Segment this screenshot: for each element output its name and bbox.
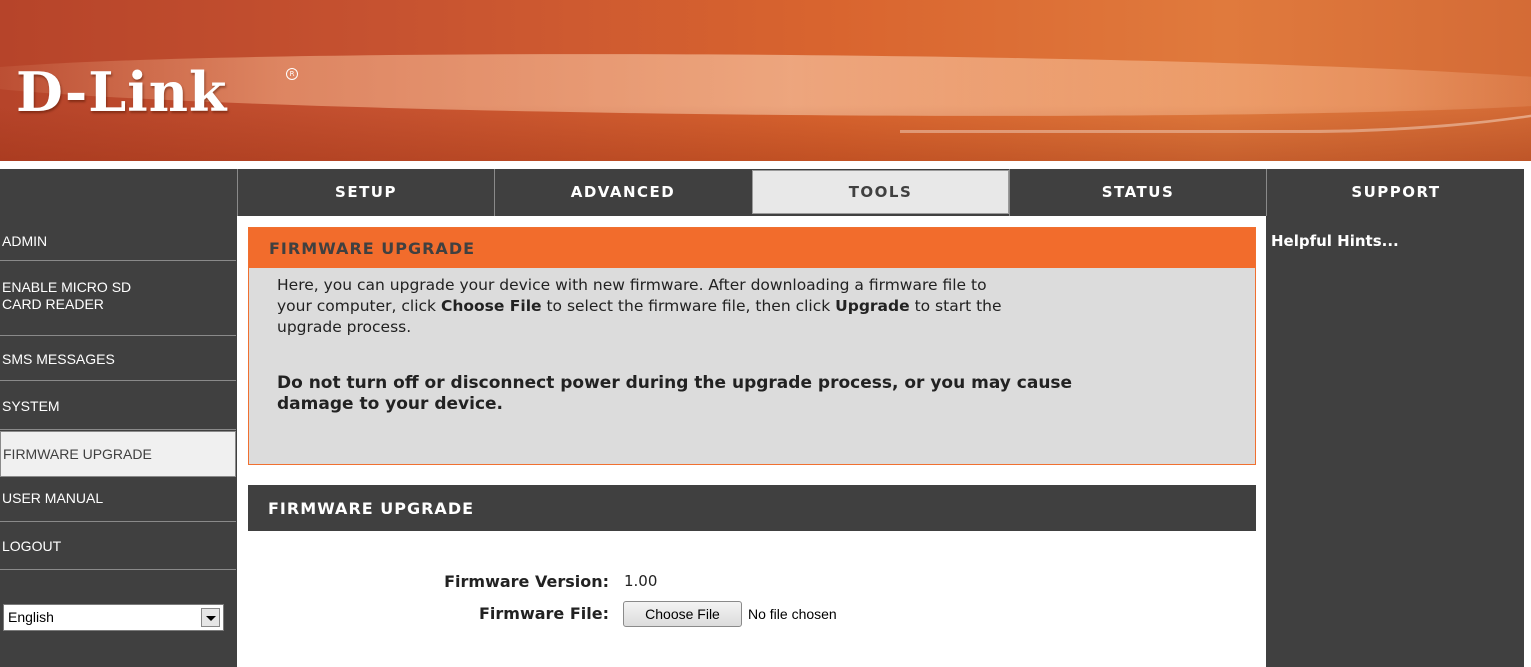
- helpful-hints-panel: Helpful Hints...: [1266, 216, 1524, 667]
- warning-line-1: Do not turn off or disconnect power duri…: [277, 373, 1073, 393]
- intro-box: FIRMWARE UPGRADE Here, you can upgrade y…: [248, 227, 1256, 465]
- main-content: FIRMWARE UPGRADE Here, you can upgrade y…: [237, 216, 1266, 667]
- tab-setup[interactable]: SETUP: [237, 169, 494, 216]
- sidebar-item-sms-messages[interactable]: SMS MESSAGES: [0, 336, 236, 381]
- intro-text: Here, you can upgrade your device with n…: [277, 275, 1237, 338]
- helpful-hints-title: Helpful Hints...: [1271, 232, 1399, 250]
- warning-line-2: damage to your device.: [277, 394, 504, 414]
- sidebar-item-firmware-upgrade[interactable]: FIRMWARE UPGRADE: [0, 431, 236, 477]
- page-edge: [1524, 161, 1531, 667]
- sidebar-item-logout[interactable]: LOGOUT: [0, 522, 236, 570]
- intro-line-2: your computer, click Choose File to sele…: [277, 296, 1237, 317]
- upgrade-box-header: FIRMWARE UPGRADE: [248, 485, 1256, 531]
- tab-tools[interactable]: TOOLS: [752, 170, 1009, 214]
- sidebar-item-label-line2: CARD READER: [2, 296, 104, 312]
- registered-mark-icon: R: [286, 68, 298, 80]
- tab-support[interactable]: SUPPORT: [1266, 169, 1525, 216]
- intro-text-part: to select the firmware file, then click: [541, 297, 836, 315]
- language-select[interactable]: English: [3, 604, 224, 631]
- sidebar-item-label: SMS MESSAGES: [2, 351, 115, 367]
- sidebar-item-enable-micro-sd[interactable]: ENABLE MICRO SD CARD READER: [0, 261, 236, 336]
- chevron-down-icon[interactable]: [201, 608, 220, 627]
- sidebar: ADMIN ENABLE MICRO SD CARD READER SMS ME…: [0, 216, 237, 667]
- firmware-version-label: Firmware Version:: [444, 572, 609, 591]
- sidebar-item-label: ADMIN: [2, 233, 48, 249]
- upgrade-emphasis: Upgrade: [835, 297, 910, 315]
- tab-advanced[interactable]: ADVANCED: [494, 169, 751, 216]
- firmware-version-value: 1.00: [624, 572, 658, 590]
- intro-text-part: to start the: [909, 297, 1002, 315]
- intro-line-3: upgrade process.: [277, 318, 412, 336]
- intro-line-1: Here, you can upgrade your device with n…: [277, 276, 987, 294]
- banner-shade: [0, 105, 1531, 161]
- header-gap: [0, 161, 1531, 169]
- choose-file-button[interactable]: Choose File: [623, 601, 742, 627]
- sidebar-item-label: FIRMWARE UPGRADE: [3, 446, 152, 462]
- file-status-text: No file chosen: [748, 606, 837, 622]
- header-banner: D-Link R: [0, 0, 1531, 161]
- sidebar-item-label: SYSTEM: [2, 398, 60, 414]
- firmware-upgrade-box: FIRMWARE UPGRADE Firmware Version: 1.00 …: [248, 485, 1256, 667]
- intro-box-header: FIRMWARE UPGRADE: [249, 228, 1255, 268]
- sidebar-item-user-manual[interactable]: USER MANUAL: [0, 478, 236, 522]
- sidebar-item-admin[interactable]: ADMIN: [0, 216, 236, 261]
- firmware-file-label: Firmware File:: [478, 604, 609, 623]
- intro-box-title: FIRMWARE UPGRADE: [269, 239, 476, 258]
- top-nav: SETUP ADVANCED TOOLS STATUS SUPPORT: [0, 169, 1531, 216]
- upgrade-box-title: FIRMWARE UPGRADE: [268, 499, 475, 518]
- sidebar-item-label: ENABLE MICRO SD: [2, 279, 132, 295]
- sidebar-item-system[interactable]: SYSTEM: [0, 381, 236, 430]
- dlink-logo: D-Link: [16, 60, 228, 124]
- intro-text-part: your computer, click: [277, 297, 441, 315]
- power-warning: Do not turn off or disconnect power duri…: [277, 373, 1237, 415]
- sidebar-item-label: LOGOUT: [2, 538, 62, 554]
- tab-status[interactable]: STATUS: [1009, 169, 1266, 216]
- language-select-value: English: [8, 609, 54, 625]
- choose-file-emphasis: Choose File: [440, 297, 542, 315]
- sidebar-item-label: USER MANUAL: [2, 490, 104, 506]
